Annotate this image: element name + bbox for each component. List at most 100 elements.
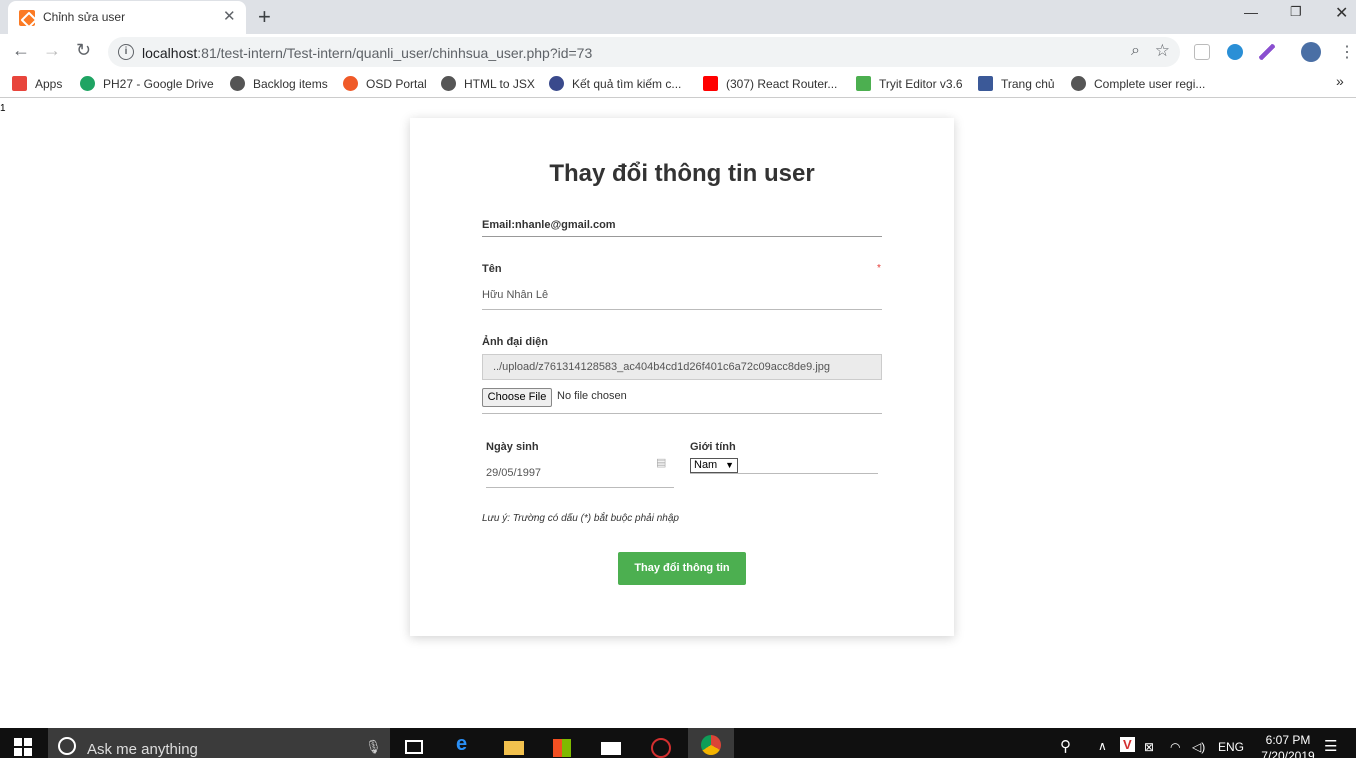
dob-input[interactable]: 29/05/1997: [486, 467, 541, 479]
bookmark-item[interactable]: (307) React Router...: [703, 76, 837, 91]
bookmark-item[interactable]: Kết quả tìm kiếm c...: [549, 76, 681, 91]
reload-icon[interactable]: ↻: [76, 40, 91, 61]
mail-icon[interactable]: [601, 742, 621, 755]
volume-icon[interactable]: ◁): [1192, 740, 1205, 754]
bookmark-label: Complete user regi...: [1094, 77, 1206, 91]
tab-strip: Chỉnh sửa user ✕ + — ❐ ✕: [0, 0, 1356, 34]
info-icon[interactable]: i: [118, 44, 134, 60]
forward-icon[interactable]: →: [43, 40, 61, 61]
name-input[interactable]: Hữu Nhân Lê: [482, 289, 548, 301]
cortana-icon: [58, 737, 76, 755]
bookmark-item[interactable]: Tryit Editor v3.6: [856, 76, 963, 91]
edit-user-form: Thay đổi thông tin user Email:nhanle@gma…: [410, 118, 954, 636]
window-close-icon[interactable]: ✕: [1335, 3, 1348, 23]
chrome-taskbar-button[interactable]: [688, 728, 734, 758]
page-title: Thay đổi thông tin user: [549, 160, 815, 187]
toolbar: ← → ↻ i localhost:81/test-intern/Test-in…: [0, 34, 1356, 70]
google-drive-icon: [80, 76, 95, 91]
edge-icon[interactable]: e: [456, 733, 476, 755]
name-underline: [482, 309, 882, 310]
avatar-label: Ảnh đại diện: [482, 336, 548, 348]
extension-grid-icon[interactable]: [1194, 44, 1210, 60]
gender-select[interactable]: Nam ▼: [690, 458, 738, 473]
bookmark-item[interactable]: Backlog items: [230, 76, 328, 91]
extension-globe-icon[interactable]: [1227, 44, 1243, 60]
email-underline: [482, 236, 882, 237]
required-note: Lưu ý: Trường có dấu (*) bắt buộc phải n…: [482, 513, 679, 524]
windows-taskbar: Ask me anything 🎙 e ⚲ ∧ V ⊠ ◠ ◁) ENG 6:0…: [0, 728, 1356, 763]
globe-icon: [230, 76, 245, 91]
microphone-icon[interactable]: 🎙: [365, 739, 382, 755]
stray-output: 1: [0, 103, 6, 114]
bookmark-label: (307) React Router...: [726, 77, 838, 91]
clock-time: 6:07 PM: [1265, 733, 1311, 747]
w3schools-icon: [856, 76, 871, 91]
clock[interactable]: 6:07 PM 7/20/2019: [1258, 732, 1318, 764]
email-label: Email:nhanle@gmail.com: [482, 219, 616, 231]
facebook-icon: [978, 76, 993, 91]
xampp-favicon-icon: [19, 10, 35, 26]
tab-active[interactable]: Chỉnh sửa user ✕: [8, 1, 246, 34]
choose-file-button[interactable]: Choose File: [482, 388, 552, 407]
submit-button[interactable]: Thay đổi thông tin: [618, 552, 746, 585]
bookmark-item[interactable]: Trang chủ: [978, 76, 1055, 91]
bookmarks-overflow-icon[interactable]: »: [1336, 73, 1344, 89]
new-tab-icon[interactable]: +: [258, 4, 271, 30]
gender-label: Giới tính: [690, 441, 736, 453]
gender-underline: [690, 473, 878, 474]
network-tray-icon[interactable]: ⊠: [1144, 740, 1154, 754]
apps-grid-icon: [12, 76, 27, 91]
chrome-icon: [701, 735, 721, 755]
tab-close-icon[interactable]: ✕: [223, 7, 236, 25]
chevron-up-icon[interactable]: ∧: [1098, 739, 1107, 753]
bookmark-item[interactable]: PH27 - Google Drive: [80, 76, 214, 91]
minimize-icon[interactable]: —: [1244, 4, 1258, 20]
vivaldi-tray-icon[interactable]: V: [1120, 737, 1135, 752]
avatar-underline: [482, 413, 882, 414]
bookmark-label: OSD Portal: [366, 77, 427, 91]
notifications-icon[interactable]: ☰: [1324, 737, 1337, 755]
globe-icon: [1071, 76, 1086, 91]
bookmark-label: Tryit Editor v3.6: [879, 77, 963, 91]
zoom-icon[interactable]: ⌕: [1131, 42, 1140, 60]
bookmark-star-icon[interactable]: ☆: [1155, 41, 1170, 61]
bookmark-label: Backlog items: [253, 77, 328, 91]
taskbar-search[interactable]: Ask me anything 🎙: [48, 728, 390, 758]
language-indicator[interactable]: ENG: [1218, 740, 1244, 754]
address-bar[interactable]: i localhost:81/test-intern/Test-intern/q…: [108, 37, 1180, 67]
menu-kebab-icon[interactable]: ⋮: [1339, 42, 1355, 62]
bookmark-label: PH27 - Google Drive: [103, 77, 214, 91]
task-view-icon[interactable]: [405, 740, 423, 754]
back-icon[interactable]: ←: [12, 40, 30, 61]
osd-portal-icon: [343, 76, 358, 91]
youtube-icon: [703, 76, 718, 91]
bookmark-item[interactable]: OSD Portal: [343, 76, 427, 91]
bookmarks-bar: Apps PH27 - Google Drive Backlog items OSD …: [0, 70, 1356, 98]
wifi-icon[interactable]: ◠: [1170, 740, 1180, 754]
required-marker: *: [877, 263, 881, 274]
bookmark-item[interactable]: Apps: [12, 76, 62, 91]
bookmark-item[interactable]: Complete user regi...: [1071, 76, 1205, 91]
profile-avatar[interactable]: [1301, 42, 1321, 62]
globe-icon: [441, 76, 456, 91]
shield-icon: [549, 76, 564, 91]
bookmark-label: HTML to JSX: [464, 77, 535, 91]
people-icon[interactable]: ⚲: [1060, 737, 1071, 755]
restore-icon[interactable]: ❐: [1290, 4, 1302, 20]
file-explorer-icon[interactable]: [504, 741, 524, 755]
dob-underline: [486, 487, 674, 488]
name-label: Tên: [482, 263, 502, 275]
page-content: 1 Thay đổi thông tin user Email:nhanle@g…: [0, 99, 1356, 728]
calendar-icon[interactable]: ▤: [656, 456, 666, 469]
gender-select-value: Nam: [694, 459, 718, 471]
bookmark-label: Kết quả tìm kiếm c...: [572, 77, 682, 91]
chevron-down-icon: ▼: [725, 460, 734, 470]
windows-start-icon[interactable]: [14, 738, 32, 756]
url-text[interactable]: localhost:81/test-intern/Test-intern/qua…: [142, 45, 592, 61]
bookmark-item[interactable]: HTML to JSX: [441, 76, 535, 91]
dob-label: Ngày sinh: [486, 441, 539, 453]
no-file-text: No file chosen: [557, 390, 627, 402]
store-icon[interactable]: [553, 739, 571, 757]
extension-pen-icon[interactable]: [1259, 44, 1275, 60]
security-app-icon[interactable]: [651, 738, 671, 758]
